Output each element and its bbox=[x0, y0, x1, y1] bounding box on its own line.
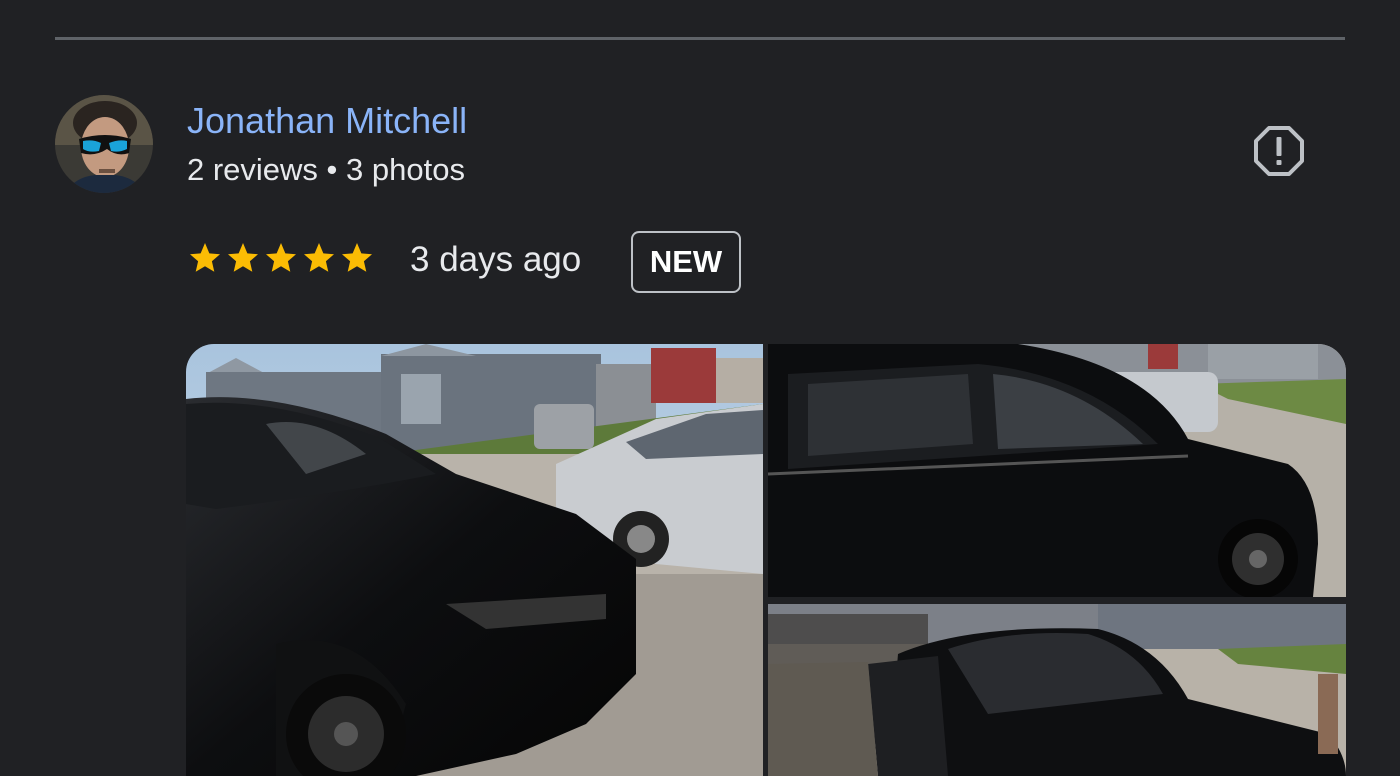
star-icon bbox=[190, 243, 220, 272]
review-card: Jonathan Mitchell 2 reviews • 3 photos 3… bbox=[0, 0, 1400, 776]
top-divider bbox=[55, 37, 1345, 40]
review-photo-1[interactable] bbox=[186, 344, 763, 776]
star-icon bbox=[342, 243, 372, 272]
review-date: 3 days ago bbox=[410, 240, 582, 279]
reviewer-meta: 2 reviews • 3 photos bbox=[187, 152, 465, 187]
star-icon bbox=[304, 243, 334, 272]
review-photo-3[interactable] bbox=[768, 604, 1346, 776]
star-icon bbox=[228, 243, 258, 272]
report-flag-icon[interactable] bbox=[1250, 122, 1308, 180]
review-photo-2[interactable] bbox=[768, 344, 1346, 597]
star-icon bbox=[266, 243, 296, 272]
new-badge: NEW bbox=[631, 231, 741, 293]
star-rating bbox=[187, 240, 375, 280]
reviewer-name[interactable]: Jonathan Mitchell bbox=[187, 98, 467, 144]
reviewer-avatar[interactable] bbox=[55, 95, 153, 193]
review-photos bbox=[186, 344, 1346, 776]
